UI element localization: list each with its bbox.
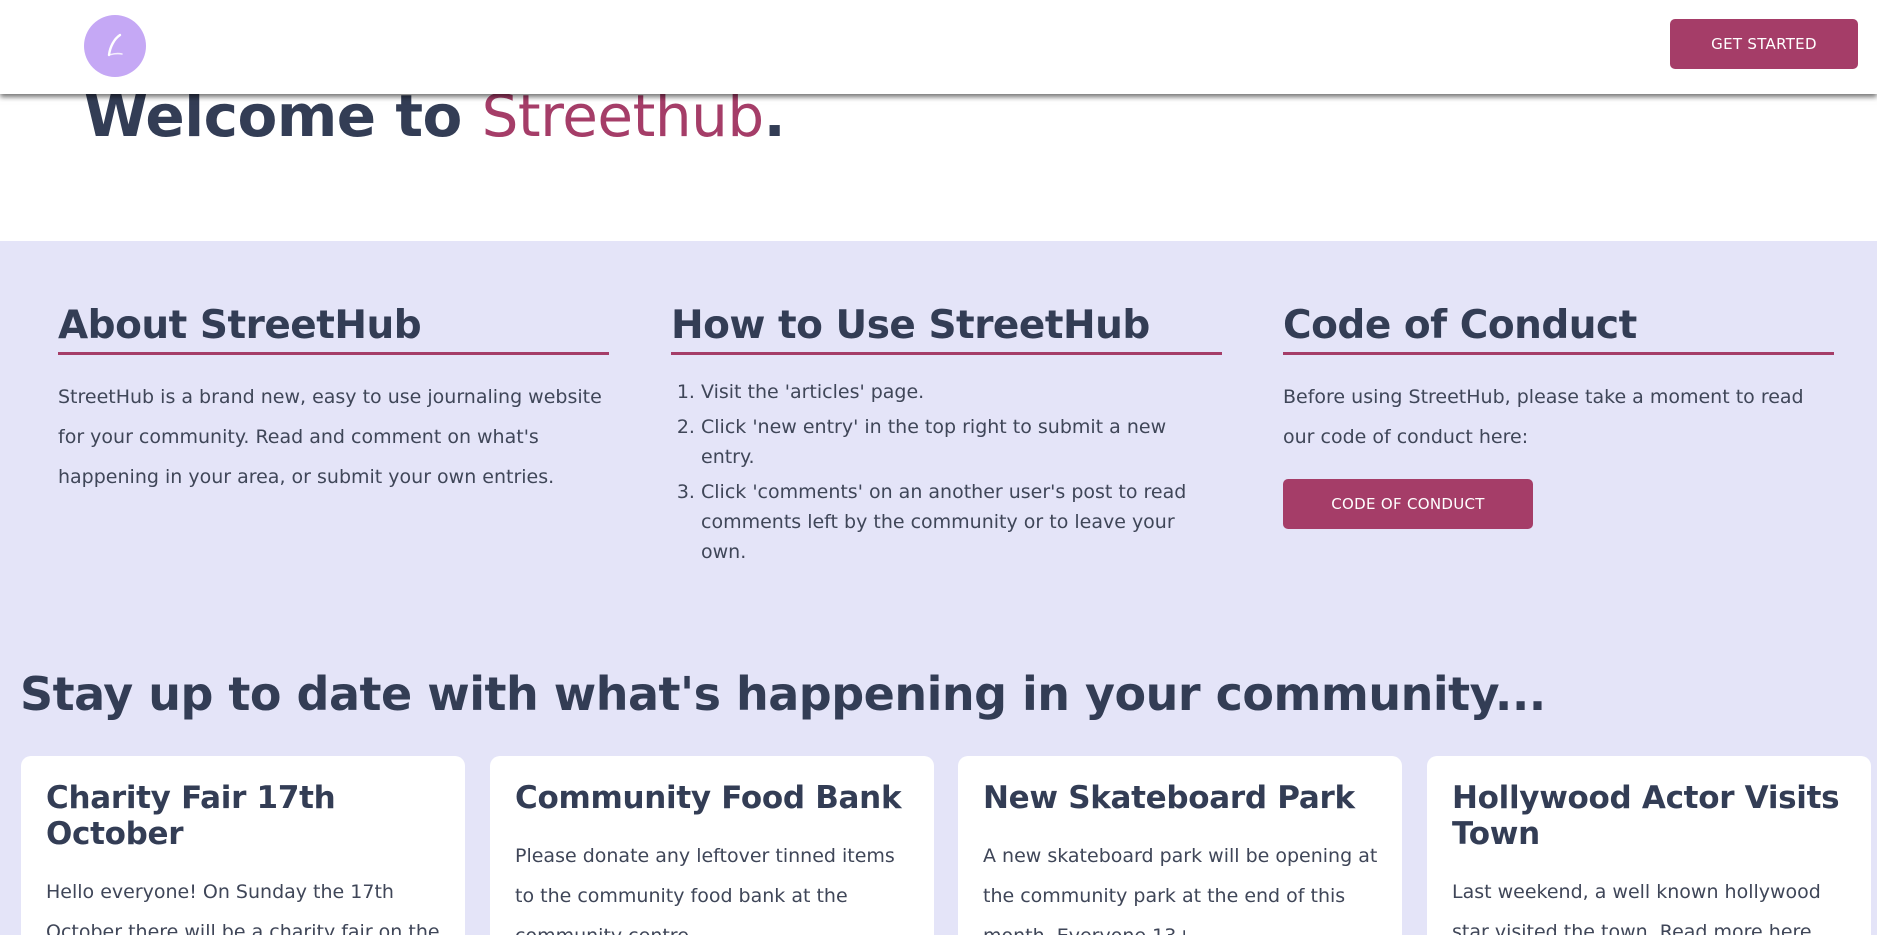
community-section-title: Stay up to date with what's happening in… — [20, 667, 1546, 721]
article-card-body: Please donate any leftover tinned items … — [515, 845, 895, 935]
how-to-step: Click 'new entry' in the top right to su… — [701, 412, 1222, 472]
top-navbar: GET STARTED — [0, 0, 1877, 94]
how-to-step: Visit the 'articles' page. — [701, 377, 1222, 407]
conduct-column: Code of Conduct Before using StreetHub, … — [1283, 303, 1834, 529]
article-card-title[interactable]: Charity Fair 17th October — [46, 780, 441, 852]
how-to-step: Click 'comments' on an another user's po… — [701, 477, 1222, 567]
article-card-title[interactable]: Hollywood Actor Visits Town — [1452, 780, 1847, 852]
info-section: About StreetHub StreetHub is a brand new… — [0, 241, 1877, 935]
article-card-body: Hello everyone! On Sunday the 17th Octob… — [46, 881, 440, 935]
article-card[interactable]: Community Food Bank Please donate any le… — [490, 756, 934, 935]
article-card-body: A new skateboard park will be opening at… — [983, 845, 1378, 935]
get-started-button[interactable]: GET STARTED — [1670, 19, 1858, 69]
how-to-steps: Visit the 'articles' page. Click 'new en… — [671, 377, 1222, 567]
conduct-heading: Code of Conduct — [1283, 303, 1834, 355]
article-card-body: Last weekend, a well known hollywood sta… — [1452, 881, 1821, 935]
quill-icon — [107, 33, 123, 57]
article-card-title[interactable]: Community Food Bank — [515, 780, 910, 816]
how-to-column: How to Use StreetHub Visit the 'articles… — [671, 303, 1222, 572]
about-column: About StreetHub StreetHub is a brand new… — [58, 303, 609, 497]
article-card-title[interactable]: New Skateboard Park — [983, 780, 1378, 816]
how-to-heading: How to Use StreetHub — [671, 303, 1222, 355]
about-text: StreetHub is a brand new, easy to use jo… — [58, 386, 602, 488]
conduct-text: Before using StreetHub, please take a mo… — [1283, 386, 1804, 448]
article-card[interactable]: New Skateboard Park A new skateboard par… — [958, 756, 1402, 935]
article-card[interactable]: Charity Fair 17th October Hello everyone… — [21, 756, 465, 935]
code-of-conduct-button[interactable]: CODE OF CONDUCT — [1283, 479, 1533, 529]
article-card[interactable]: Hollywood Actor Visits Town Last weekend… — [1427, 756, 1871, 935]
about-heading: About StreetHub — [58, 303, 609, 355]
streethub-logo[interactable] — [84, 15, 146, 77]
